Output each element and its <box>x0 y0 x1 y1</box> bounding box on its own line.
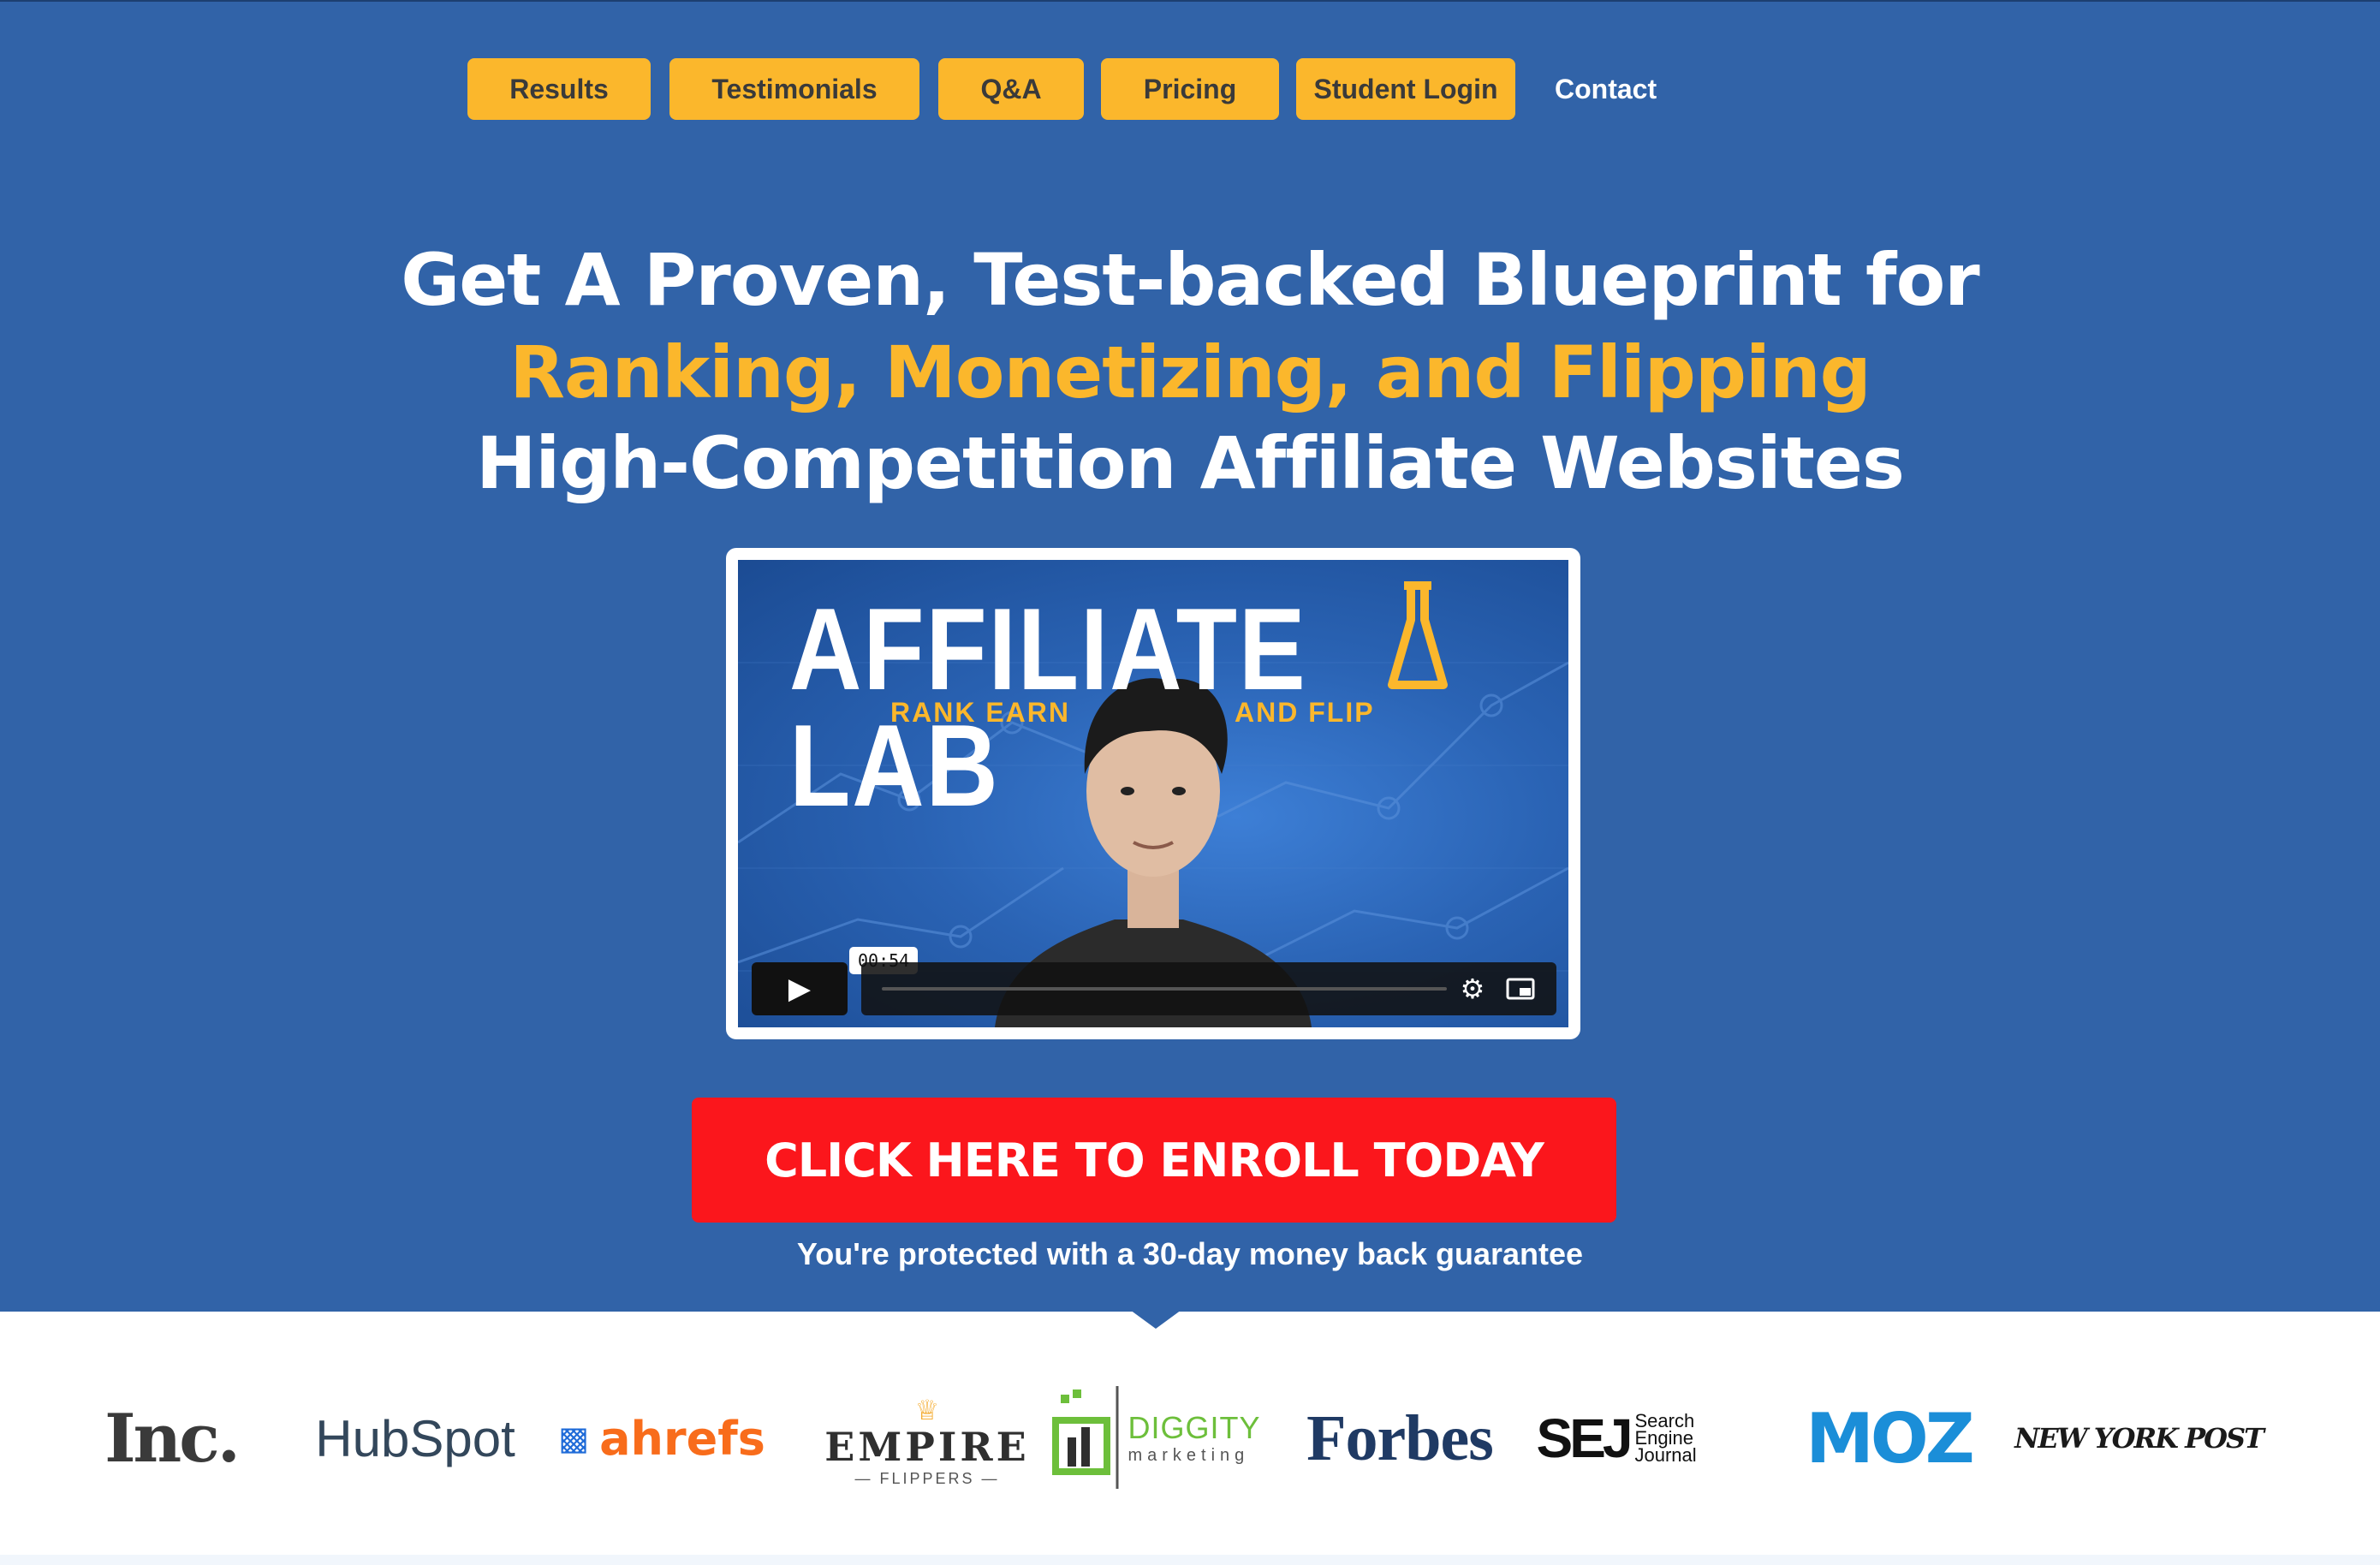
logo-forbes: Forbes <box>1306 1401 1494 1474</box>
logo-sej: SEJ Search Engine Journal <box>1536 1407 1697 1469</box>
footer-strip <box>0 1555 2380 1565</box>
play-button[interactable]: ▶ <box>752 962 848 1015</box>
money-back-guarantee: You're protected with a 30-day money bac… <box>796 1236 1584 1271</box>
nav-qa-button[interactable]: Q&A <box>938 58 1084 120</box>
nav-pricing-button[interactable]: Pricing <box>1101 58 1279 120</box>
progress-track[interactable] <box>882 987 1447 991</box>
top-nav: Results Testimonials Q&A Pricing Student… <box>0 58 2380 120</box>
video-player[interactable]: AFFILIATE LAB RANK EARN AND FLIP 00:54 ▶… <box>738 560 1568 1027</box>
settings-gear-icon[interactable]: ⚙ <box>1457 973 1488 1004</box>
play-icon: ▶ <box>788 972 812 1006</box>
headline-line-3: High-Competition Affiliate Websites <box>476 421 1905 505</box>
video-tagline-and-flip: AND FLIP <box>1235 697 1375 728</box>
headline-line-1: Get A Proven, Test-backed Blueprint for <box>401 238 1979 322</box>
video-frame: AFFILIATE LAB RANK EARN AND FLIP 00:54 ▶… <box>726 548 1580 1039</box>
diggity-mark-icon <box>1052 1386 1119 1489</box>
picture-in-picture-icon[interactable] <box>1505 973 1536 1004</box>
press-logos-bar: Inc. HubSpot ▩ ahrefs ♕ EMPIRE — FLIPPER… <box>0 1312 2380 1565</box>
enroll-cta-button[interactable]: CLICK HERE TO ENROLL TODAY <box>692 1098 1616 1223</box>
nav-contact-link[interactable]: Contact <box>1555 58 1657 120</box>
video-scrubber[interactable]: ⚙ <box>861 962 1556 1015</box>
nav-student-login-button[interactable]: Student Login <box>1296 58 1515 120</box>
headline-line-2: Ranking, Monetizing, and Flipping <box>509 330 1871 414</box>
logo-new-york-post: NEW YORK POST <box>2014 1422 2264 1455</box>
logo-inc: Inc. <box>104 1399 241 1478</box>
crown-icon: ♕ <box>914 1393 940 1426</box>
nav-results-button[interactable]: Results <box>467 58 651 120</box>
video-tagline-rank-earn: RANK EARN <box>890 697 1070 728</box>
logo-ahrefs: ▩ ahrefs <box>558 1411 765 1466</box>
logo-hubspot: HubSpot <box>315 1409 515 1467</box>
logo-moz: MOZ <box>1806 1398 1975 1479</box>
logo-diggity-marketing: DIGGITY marketing <box>1044 1373 1264 1502</box>
logo-empire-flippers: ♕ EMPIRE — FLIPPERS — <box>824 1393 1030 1487</box>
video-controls: ▶ ⚙ <box>752 962 1556 1015</box>
nav-testimonials-button[interactable]: Testimonials <box>669 58 919 120</box>
ahrefs-mark-icon: ▩ <box>558 1419 590 1457</box>
